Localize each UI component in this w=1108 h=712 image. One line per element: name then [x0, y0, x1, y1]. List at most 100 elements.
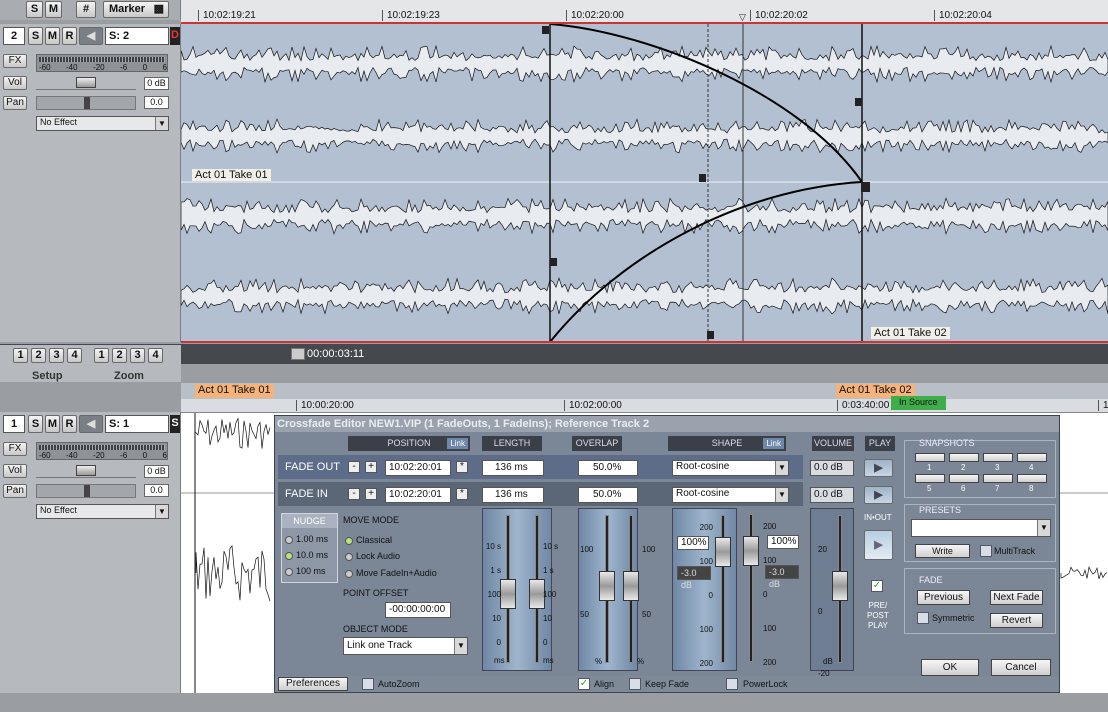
- curve-handle[interactable]: [861, 182, 870, 192]
- pan-slider-handle[interactable]: [84, 97, 90, 109]
- preferences-button[interactable]: Preferences: [278, 677, 348, 691]
- zoom-button-4[interactable]: 4: [148, 348, 163, 363]
- track-mute-button[interactable]: M: [45, 415, 60, 433]
- fade-out-minus-button[interactable]: -: [348, 461, 360, 473]
- fx-button[interactable]: FX: [3, 54, 27, 68]
- snapshot-slot-7[interactable]: [983, 474, 1013, 483]
- fade-out-overlap-input[interactable]: 50.0%: [578, 460, 638, 476]
- solo-all-button[interactable]: S: [26, 1, 43, 18]
- snapshot-slot-6[interactable]: [949, 474, 979, 483]
- snapshot-slot-8[interactable]: [1017, 474, 1047, 483]
- curve-handle[interactable]: [550, 258, 557, 266]
- track-source[interactable]: S: 1: [105, 415, 169, 433]
- move-mode-fadein-audio[interactable]: Move FadeIn+Audio: [345, 568, 437, 578]
- write-button[interactable]: Write: [915, 544, 970, 558]
- shape-out-percent[interactable]: 100%: [677, 536, 709, 550]
- fade-out-star-button[interactable]: *: [456, 461, 468, 473]
- pan-slider[interactable]: [36, 484, 136, 498]
- snapshot-slot-1[interactable]: [915, 453, 945, 462]
- snapshot-slot-4[interactable]: [1017, 453, 1047, 462]
- nudge-option-100ms[interactable]: 100 ms: [285, 566, 326, 576]
- pan-value[interactable]: 0.0: [144, 96, 169, 109]
- shape-in-percent[interactable]: 100%: [767, 535, 799, 549]
- snapshot-slot-2[interactable]: [949, 453, 979, 462]
- volume-slider-handle[interactable]: [76, 77, 96, 88]
- shape-out-db[interactable]: -3.0 dB: [677, 566, 711, 590]
- track-record-button[interactable]: R: [62, 27, 77, 45]
- fade-out-position-input[interactable]: 10:02:20:01: [385, 460, 451, 476]
- fade-in-star-button[interactable]: *: [456, 488, 468, 500]
- mute-all-button[interactable]: M: [45, 1, 62, 18]
- track-monitor-button[interactable]: ◀: [79, 27, 103, 45]
- zoom-button-1[interactable]: 1: [94, 348, 109, 363]
- next-fade-button[interactable]: Next Fade: [990, 590, 1043, 605]
- volume-value[interactable]: 0 dB: [144, 77, 169, 90]
- pre-post-play-checkbox[interactable]: ✓: [871, 580, 883, 592]
- track-mute-button[interactable]: M: [45, 27, 60, 45]
- fade-in-shape-select[interactable]: Root-cosine ▼: [672, 487, 789, 503]
- lower-time-ruler[interactable]: 10:00:20:00 10:02:00:00 0:03:40:00 1 In …: [181, 396, 1108, 413]
- pan-slider-handle[interactable]: [84, 485, 90, 497]
- powerlock-checkbox[interactable]: [726, 678, 738, 690]
- object-mode-select[interactable]: Link one Track ▼: [343, 637, 468, 655]
- multitrack-checkbox[interactable]: [980, 545, 992, 557]
- nudge-option-10ms[interactable]: 10.0 ms: [285, 550, 328, 560]
- overlap-in-knob[interactable]: [623, 571, 639, 601]
- curve-handle[interactable]: [542, 26, 549, 34]
- effect-select[interactable]: No Effect ▼: [36, 116, 169, 131]
- volume-slider[interactable]: [36, 464, 136, 478]
- clip-tab-take-01[interactable]: Act 01 Take 01: [195, 384, 274, 398]
- align-checkbox[interactable]: ✓: [578, 678, 590, 690]
- fade-in-play-button[interactable]: ▶: [864, 486, 893, 504]
- grid-button[interactable]: #: [76, 1, 96, 18]
- fx-button[interactable]: FX: [3, 442, 27, 456]
- pan-slider[interactable]: [36, 96, 136, 110]
- snapshot-slot-5[interactable]: [915, 474, 945, 483]
- snapshot-slot-3[interactable]: [983, 453, 1013, 462]
- marker-triangle-icon[interactable]: ▽: [739, 12, 746, 23]
- move-mode-classical[interactable]: Classical: [345, 535, 392, 545]
- fade-in-plus-button[interactable]: +: [365, 488, 377, 500]
- length-out-knob[interactable]: [500, 579, 516, 609]
- marker-button[interactable]: Marker ▩: [103, 1, 169, 18]
- fade-in-volume-input[interactable]: 0.0 dB: [810, 487, 854, 503]
- fade-out-length-input[interactable]: 136 ms: [482, 460, 544, 476]
- track-source[interactable]: S: 2: [105, 27, 169, 45]
- zoom-button-2[interactable]: 2: [112, 348, 127, 363]
- upper-waveform-area[interactable]: Act 01 Take 01 Act 01 Take 02: [181, 24, 1108, 343]
- scroll-handle[interactable]: [291, 348, 305, 360]
- shape-in-db[interactable]: -3.0 dB: [765, 565, 799, 589]
- revert-button[interactable]: Revert: [990, 613, 1043, 628]
- setup-button-4[interactable]: 4: [67, 348, 82, 363]
- effect-select[interactable]: No Effect ▼: [36, 504, 169, 519]
- clip-label-take-02[interactable]: Act 01 Take 02: [871, 327, 950, 339]
- volume-value[interactable]: 0 dB: [144, 465, 169, 478]
- setup-button-3[interactable]: 3: [49, 348, 64, 363]
- position-link-button[interactable]: Link: [447, 438, 468, 449]
- move-mode-lock-audio[interactable]: Lock Audio: [345, 551, 400, 561]
- fade-out-plus-button[interactable]: +: [365, 461, 377, 473]
- track-monitor-button[interactable]: ◀: [79, 415, 103, 433]
- point-offset-input[interactable]: -00:00:00:00: [385, 602, 451, 618]
- fade-out-volume-input[interactable]: 0.0 dB: [810, 460, 854, 476]
- autozoom-checkbox[interactable]: [362, 678, 374, 690]
- volume-slider[interactable]: [36, 76, 136, 90]
- setup-button-2[interactable]: 2: [31, 348, 46, 363]
- volume-knob[interactable]: [832, 571, 848, 601]
- overlap-out-knob[interactable]: [599, 571, 615, 601]
- upper-time-ruler[interactable]: 10:02:19:21 10:02:19:23 10:02:20:00 10:0…: [181, 0, 1108, 24]
- shape-in-knob[interactable]: [743, 536, 759, 566]
- symmetric-checkbox[interactable]: [917, 612, 929, 624]
- fade-out-play-button[interactable]: ▶: [864, 459, 893, 477]
- curve-handle[interactable]: [707, 331, 714, 339]
- curve-handle[interactable]: [855, 98, 862, 106]
- presets-select[interactable]: ▼: [911, 519, 1051, 537]
- previous-fade-button[interactable]: Previous: [917, 590, 970, 605]
- volume-slider-handle[interactable]: [76, 465, 96, 476]
- cancel-button[interactable]: Cancel: [991, 659, 1051, 676]
- keep-fade-checkbox[interactable]: [629, 678, 641, 690]
- track-solo-button[interactable]: S: [28, 27, 43, 45]
- curve-handle[interactable]: [699, 174, 706, 182]
- fade-out-shape-select[interactable]: Root-cosine ▼: [672, 460, 789, 476]
- track-record-button[interactable]: R: [62, 415, 77, 433]
